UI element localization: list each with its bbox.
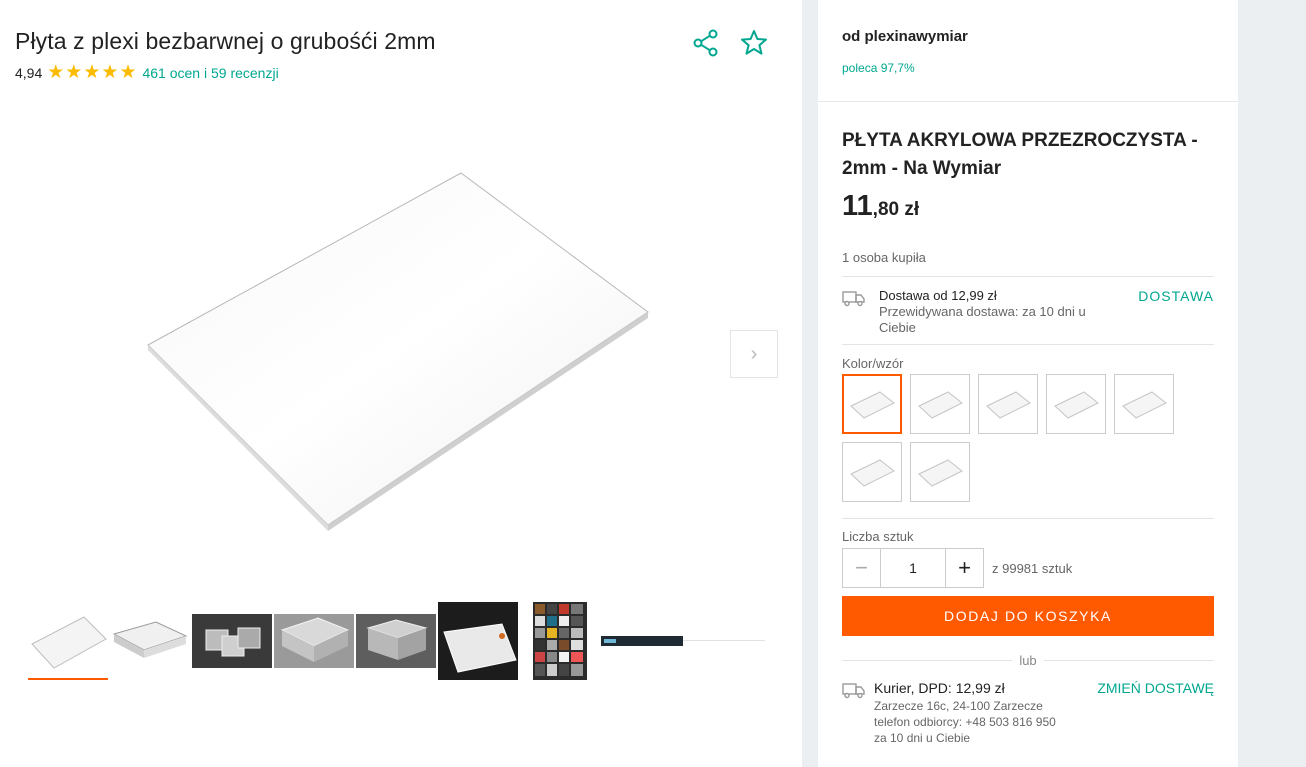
star-icon: ★ xyxy=(83,62,101,83)
divider xyxy=(842,660,1012,661)
change-delivery-link[interactable]: ZMIEŃ DOSTAWĘ xyxy=(1097,680,1214,696)
next-image-button[interactable]: › xyxy=(730,330,778,378)
reviews-link[interactable]: 461 ocen i 59 recenzji xyxy=(142,65,278,81)
variant-swatch[interactable] xyxy=(842,374,902,434)
quantity-available: z 99981 sztuk xyxy=(992,561,1073,576)
thumbnail[interactable] xyxy=(438,602,518,680)
price: 11,80 zł xyxy=(842,190,919,223)
variant-thumbnail xyxy=(1122,391,1167,419)
seller-name[interactable]: od plexinawymiar xyxy=(842,28,968,45)
divider xyxy=(818,101,1238,102)
rating-summary: 4,94 ★ ★ ★ ★ ★ 461 ocen i 59 recenzji xyxy=(15,62,279,83)
star-icon: ★ xyxy=(101,62,119,83)
product-gallery-panel: Płyta z plexi bezbarwnej o grubośći 2mm … xyxy=(0,0,802,767)
courier-eta: za 10 dni u Ciebie xyxy=(874,731,971,745)
increase-quantity-button[interactable]: + xyxy=(945,548,984,588)
thumbnail[interactable] xyxy=(356,602,436,680)
thumbnail[interactable] xyxy=(192,602,272,680)
variant-thumbnail xyxy=(850,459,895,487)
divider xyxy=(842,276,1214,277)
quantity-input[interactable]: 1 xyxy=(881,548,945,588)
variant-thumbnail xyxy=(850,391,895,419)
share-button[interactable] xyxy=(691,28,721,58)
decrease-quantity-button[interactable]: − xyxy=(842,548,881,588)
variant-swatch[interactable] xyxy=(1114,374,1174,434)
variant-swatch[interactable] xyxy=(1046,374,1106,434)
price-rest: ,80 zł xyxy=(872,199,920,220)
delivery-estimate: Przewidywana dostawa: za 10 dni u Ciebie xyxy=(879,304,1086,335)
divider xyxy=(1044,660,1214,661)
variant-swatch[interactable] xyxy=(910,374,970,434)
variant-thumbnail xyxy=(918,459,963,487)
courier-option: Kurier, DPD: 12,99 zł xyxy=(874,680,1005,696)
courier-phone: telefon odbiorcy: +48 503 816 950 xyxy=(874,715,1056,729)
quantity-label: Liczba sztuk xyxy=(842,529,914,544)
favorite-button[interactable] xyxy=(739,28,769,58)
star-icon: ★ xyxy=(119,62,137,83)
share-icon xyxy=(693,29,718,57)
thumbnail-divider xyxy=(683,640,765,641)
variant-swatch[interactable] xyxy=(842,442,902,502)
variant-swatch[interactable] xyxy=(910,442,970,502)
star-icon: ★ xyxy=(47,62,65,83)
thumbnail[interactable] xyxy=(601,602,683,680)
star-outline-icon xyxy=(741,30,767,55)
product-title: Płyta z plexi bezbarwnej o grubośći 2mm xyxy=(15,28,436,54)
or-label: lub xyxy=(1019,653,1037,668)
courier-address: Zarzecze 16c, 24-100 Zarzecze xyxy=(874,699,1043,713)
thumbnail[interactable] xyxy=(110,602,190,680)
add-to-cart-button[interactable]: DODAJ DO KOSZYKA xyxy=(842,596,1214,636)
offer-title: PŁYTA AKRYLOWA PRZEZROCZYSTA - 2mm - Na … xyxy=(842,130,1198,179)
courier-details: Zarzecze 16c, 24-100 Zarzecze telefon od… xyxy=(874,698,1094,746)
truck-icon xyxy=(842,683,865,699)
variant-thumbnail xyxy=(918,391,963,419)
delivery-link[interactable]: DOSTAWA xyxy=(1138,288,1214,304)
offer-panel: od plexinawymiar poleca 97,7% PŁYTA AKRY… xyxy=(818,0,1238,767)
seller-recommend[interactable]: poleca 97,7% xyxy=(842,61,915,75)
rating-stars: ★ ★ ★ ★ ★ xyxy=(47,62,137,83)
thumbnail[interactable] xyxy=(533,602,587,680)
variant-thumbnail xyxy=(986,391,1031,419)
delivery-price: Dostawa od 12,99 zł xyxy=(879,288,997,303)
thumbnail[interactable] xyxy=(274,602,354,680)
variant-thumbnail xyxy=(1054,391,1099,419)
divider xyxy=(842,518,1214,519)
truck-icon xyxy=(842,291,865,307)
product-main-image[interactable] xyxy=(140,160,660,540)
variant-swatch[interactable] xyxy=(978,374,1038,434)
divider xyxy=(842,344,1214,345)
price-main: 11 xyxy=(842,190,873,222)
thumbnail[interactable] xyxy=(28,602,108,680)
bought-count: 1 osoba kupiła xyxy=(842,250,926,265)
rating-value: 4,94 xyxy=(15,65,43,81)
quantity-stepper: − 1 + xyxy=(842,548,984,588)
chevron-right-icon: › xyxy=(750,342,758,365)
star-icon: ★ xyxy=(65,62,83,83)
thumbnail-strip xyxy=(28,602,768,682)
active-thumbnail-indicator xyxy=(28,678,108,680)
variant-label: Kolor/wzór xyxy=(842,356,904,371)
